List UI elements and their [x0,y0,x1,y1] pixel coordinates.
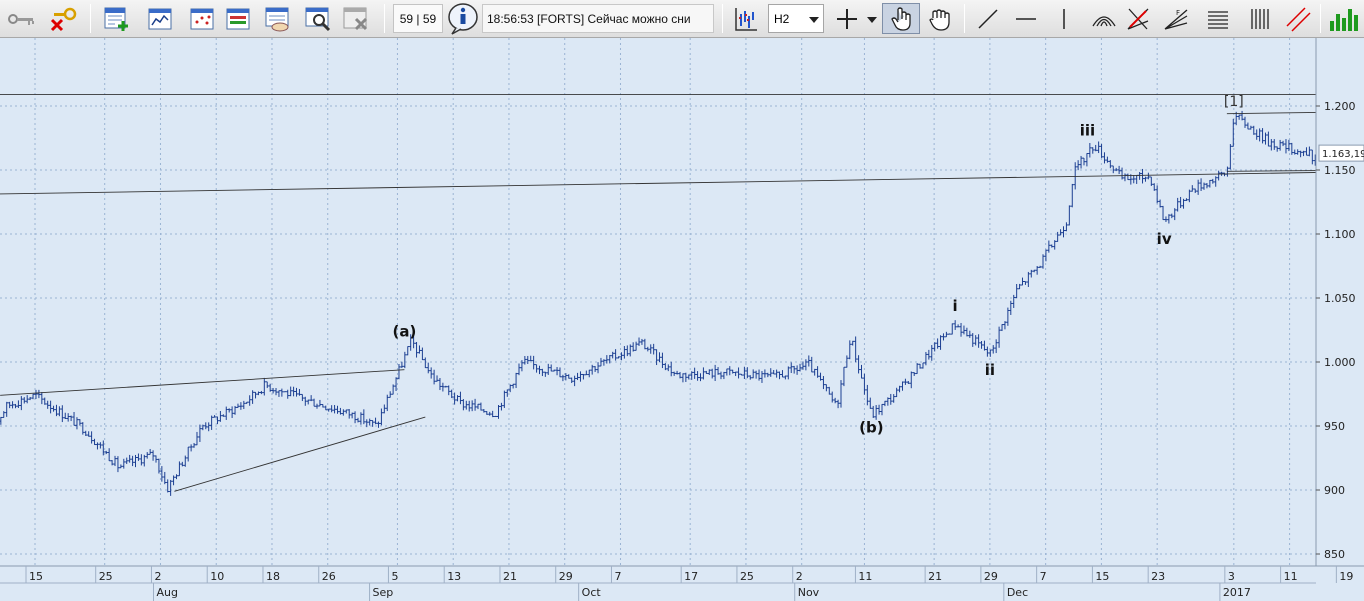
toolbar-separator [90,4,91,33]
status-message: 18:56:53 [FORTS] Сейчас можно сни [482,4,714,33]
x-tick-label: 2 [154,570,161,583]
arc-icon[interactable] [1088,3,1120,34]
chart-window-icon[interactable] [144,3,176,34]
ohlc-bar [494,415,498,417]
svg-text:F: F [1176,9,1180,17]
current-price-marker: 1.163,19 [1318,144,1364,162]
toolbar-separator [1320,4,1321,33]
month-label: Sep [373,586,394,599]
toolbar-separator [722,4,723,33]
x-tick-label: 25 [740,570,754,583]
fibo-icon[interactable] [1202,3,1234,34]
wave-label: ii [985,361,995,379]
y-tick-label: 850 [1324,548,1345,561]
info-icon[interactable] [446,1,482,36]
month-label: Dec [1007,586,1028,599]
x-tick-label: 26 [322,570,336,583]
indicator-icon[interactable] [1326,3,1362,34]
new-table-icon[interactable] [100,3,132,34]
x-tick-label: 17 [684,570,698,583]
y-tick-label: 900 [1324,484,1345,497]
month-label: Aug [156,586,177,599]
pointer-hand-icon[interactable] [882,3,920,34]
scatter-window-icon[interactable] [186,3,218,34]
toolbar-separator [384,4,385,33]
x-tick-label: 3 [1228,570,1235,583]
keys-icon[interactable] [6,3,38,34]
crosshair-icon[interactable] [830,3,878,34]
x-tick-label: 23 [1151,570,1165,583]
y-tick-label: 1.100 [1324,228,1356,241]
x-tick-label: 19 [1339,570,1353,583]
vline-icon[interactable] [1048,3,1080,34]
cycles-icon[interactable] [1244,3,1276,34]
trendline-icon[interactable] [972,3,1004,34]
wave-label: (a) [392,322,416,340]
main-toolbar: 59 | 59 18:56:53 [FORTS] Сейчас можно сн… [0,0,1364,38]
x-tick-label: 21 [503,570,517,583]
x-tick-label: 11 [858,570,872,583]
disconnect-icon[interactable] [48,3,80,34]
trades-table-icon[interactable] [262,3,294,34]
y-tick-label: 950 [1324,420,1345,433]
y-tick-label: 1.150 [1324,164,1356,177]
x-tick-label: 25 [99,570,113,583]
x-tick-label: 7 [1040,570,1047,583]
wave-label: (b) [859,418,883,436]
y-tick-label: 1.000 [1324,356,1356,369]
price-chart[interactable]: (a)(b)(c)iiiiiiiv[1][2][3][4] 1.2001.150… [0,38,1364,601]
wave-label: iii [1080,121,1095,139]
x-tick-label: 7 [614,570,621,583]
y-tick-label: 1.200 [1324,100,1356,113]
x-tick-label: 15 [1095,570,1109,583]
angle-icon[interactable] [1122,3,1154,34]
x-tick-label: 10 [210,570,224,583]
x-tick-label: 13 [447,570,461,583]
chevron-down-icon [809,17,819,23]
x-tick-label: 15 [29,570,43,583]
x-tick-label: 29 [559,570,573,583]
month-label: Oct [582,586,602,599]
channel-icon[interactable] [1282,3,1314,34]
month-label: Nov [798,586,820,599]
x-tick-label: 11 [1284,570,1298,583]
timeframe-value: H2 [774,11,790,26]
close-table-icon[interactable] [340,3,372,34]
search-table-icon[interactable] [302,3,334,34]
wave-label: i [952,297,957,315]
orders-table-icon[interactable] [222,3,254,34]
hline-icon[interactable] [1010,3,1042,34]
timeframe-select[interactable]: H2 [768,4,824,33]
x-tick-label: 21 [928,570,942,583]
y-tick-label: 1.050 [1324,292,1356,305]
chart-background [0,38,1364,601]
price-box-label: 1.163,19 [1322,149,1364,160]
x-tick-label: 5 [391,570,398,583]
month-label: 2017 [1223,586,1251,599]
window-counter: 59 | 59 [393,4,443,33]
drag-hand-icon[interactable] [924,3,956,34]
wave-label: [1] [1224,94,1244,110]
x-tick-label: 29 [984,570,998,583]
fan-icon[interactable]: F [1160,3,1192,34]
bar-chart-icon[interactable] [730,3,762,34]
x-tick-label: 18 [266,570,280,583]
wave-label: iv [1157,230,1172,248]
x-tick-label: 2 [796,570,803,583]
toolbar-separator [964,4,965,33]
ohlc-bar [283,391,287,393]
